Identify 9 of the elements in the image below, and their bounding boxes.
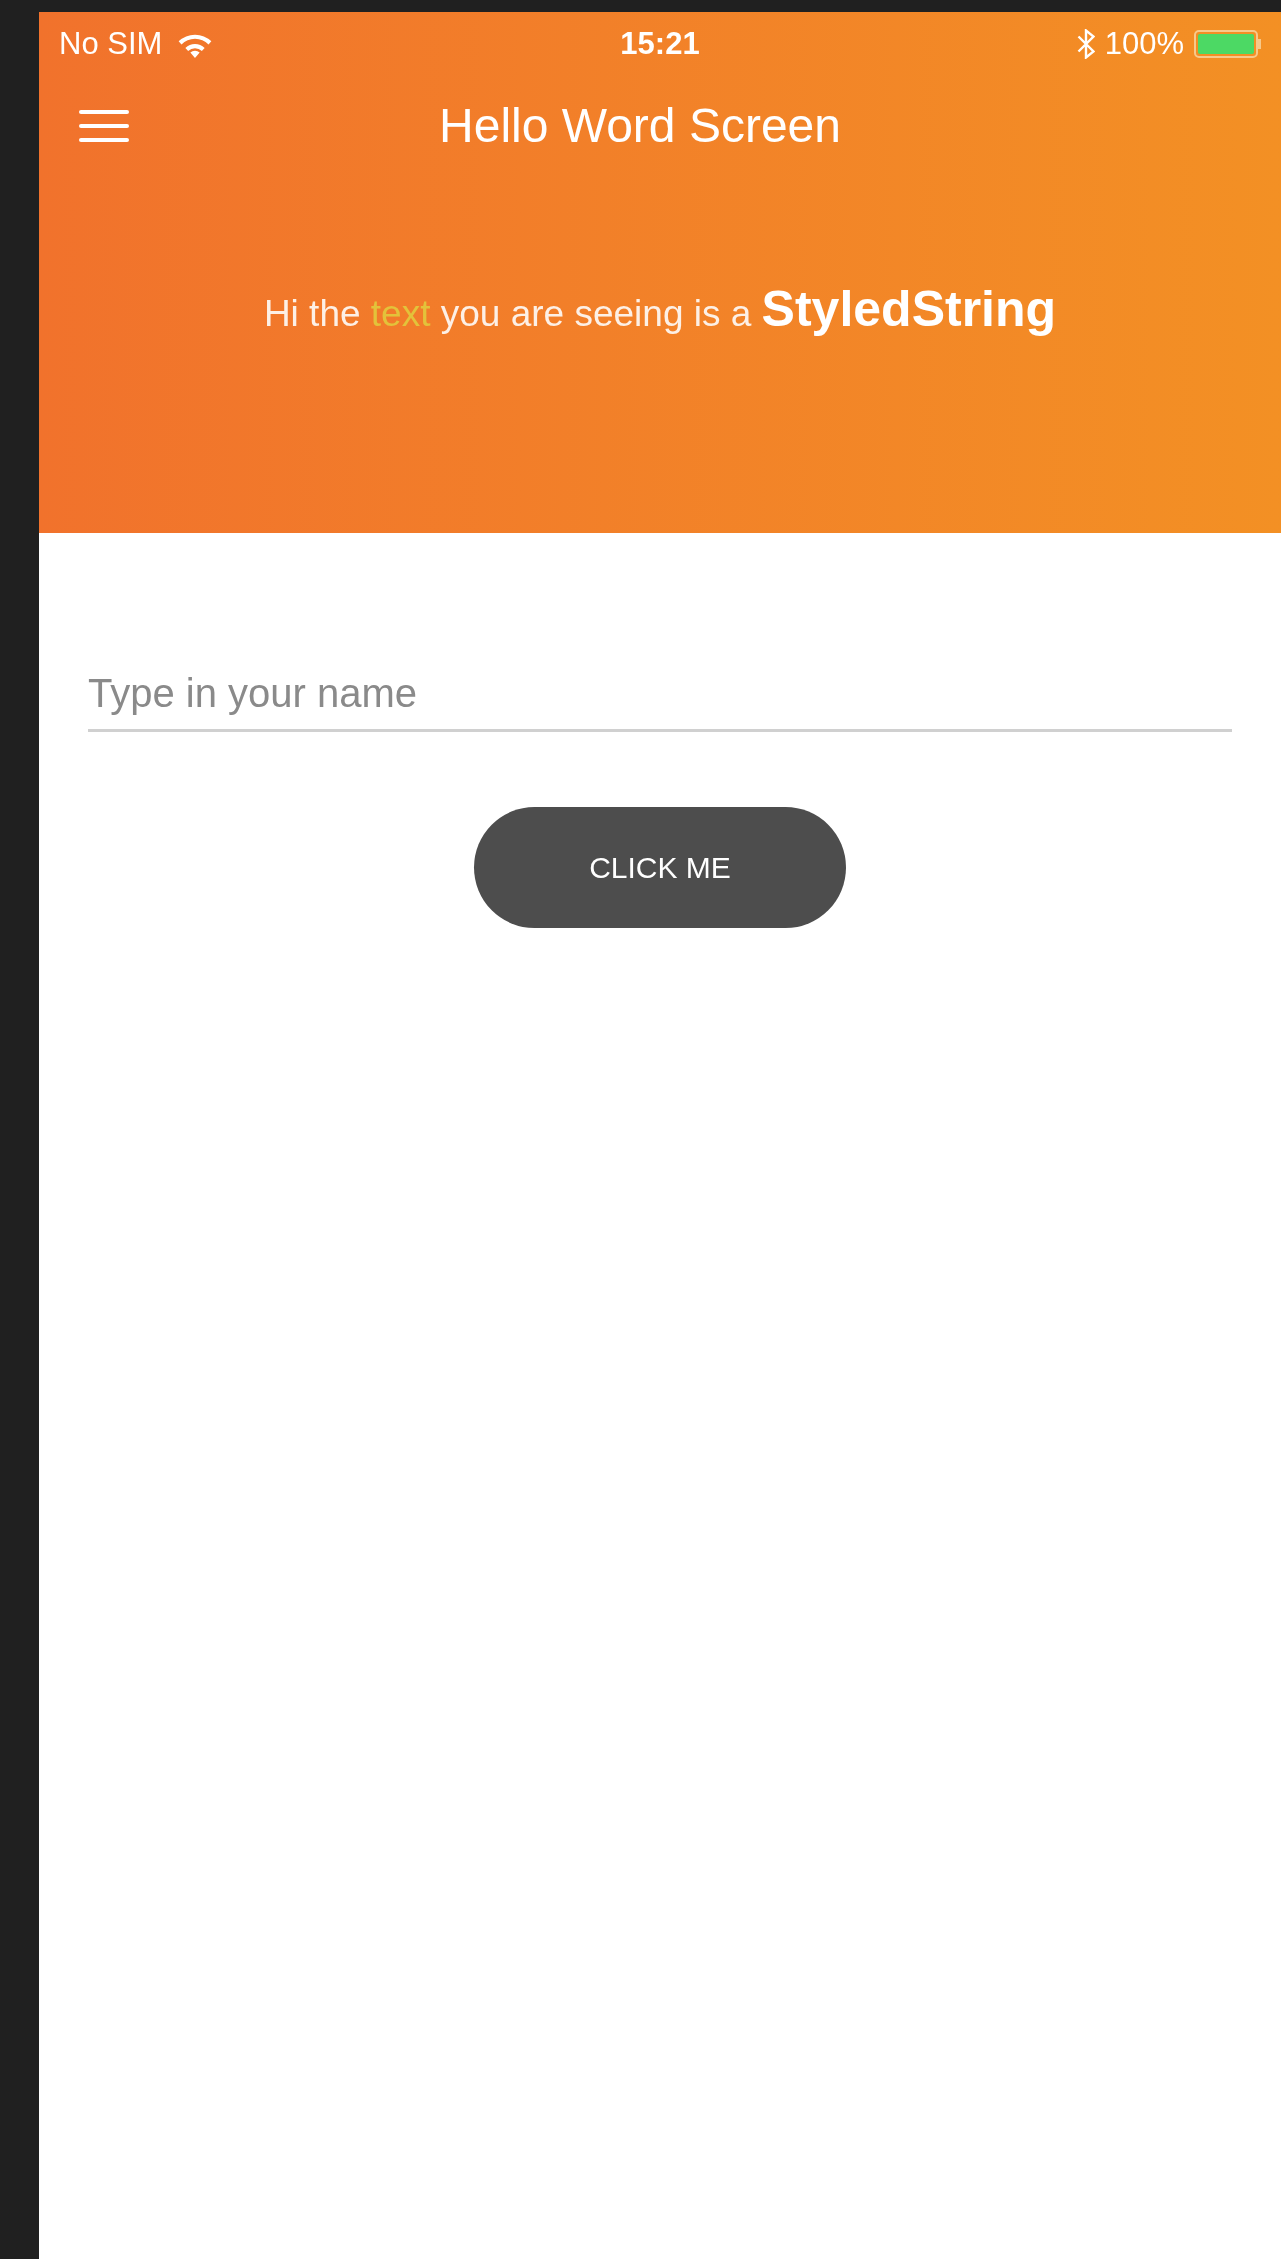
clock-time: 15:21	[620, 24, 700, 63]
click-me-button[interactable]: CLICK ME	[474, 807, 846, 928]
styled-message: Hi the text you are seeing is a StyledString	[263, 280, 1057, 339]
battery-percent: 100%	[1104, 24, 1184, 63]
bluetooth-icon	[1076, 29, 1095, 59]
carrier-text: No SIM	[59, 24, 163, 63]
name-input-field[interactable]: Type in your name	[88, 663, 1232, 732]
screen-title: Hello Word Screen	[439, 98, 841, 154]
battery-icon	[1194, 30, 1261, 58]
